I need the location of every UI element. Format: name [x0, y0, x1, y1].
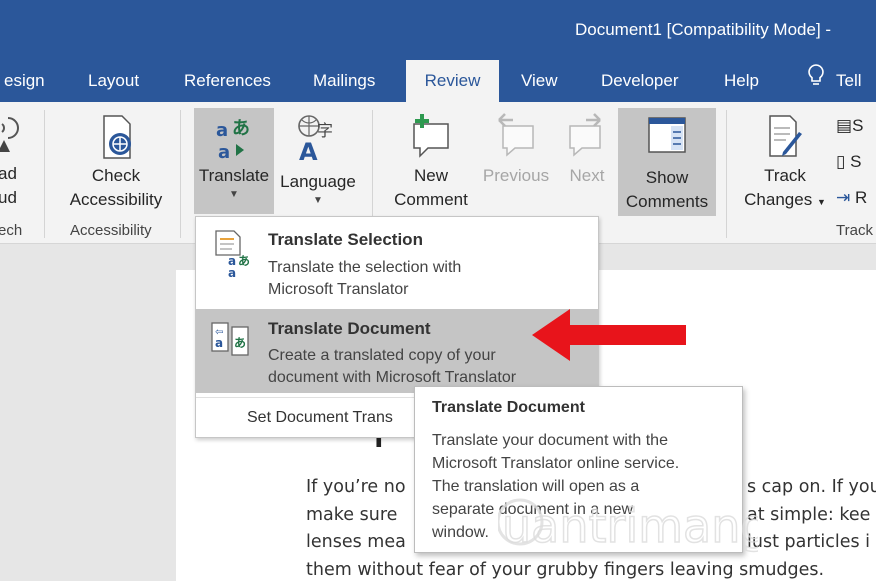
show-comments-icon	[645, 108, 689, 166]
tab-design[interactable]: esign	[4, 60, 45, 102]
speaker-icon	[0, 110, 28, 162]
speech-group-label: ech	[0, 222, 23, 239]
track-changes-button[interactable]: Track Changes ▼	[740, 110, 830, 214]
document-line-4: them without fear of your grubby fingers…	[306, 559, 825, 580]
set-document-language-label: Set Document Trans	[247, 409, 393, 426]
new-comment-line2: Comment	[394, 190, 468, 209]
track-changes-line2: Changes ▼	[744, 190, 826, 209]
check-accessibility-line2: Accessibility	[69, 190, 163, 209]
group-separator	[180, 110, 181, 238]
translate-document-tooltip: Translate Document Translate your docume…	[414, 386, 743, 553]
document-icon: ▯	[836, 152, 846, 171]
accessibility-check-icon	[96, 110, 136, 164]
document-fragment-1: s cap on. If you	[747, 477, 876, 497]
svg-text:a: a	[215, 336, 223, 350]
next-label: Next	[569, 166, 605, 185]
new-comment-line1: New	[413, 166, 448, 185]
document-fragment-3: lust particles i	[747, 532, 871, 552]
tab-review[interactable]: Review	[406, 60, 499, 102]
svg-text:a: a	[216, 120, 228, 141]
track-changes-line1: Track	[764, 166, 806, 185]
check-accessibility-button[interactable]: Check Accessibility	[60, 110, 172, 212]
tab-layout[interactable]: Layout	[88, 60, 139, 102]
previous-comment-icon	[491, 110, 541, 164]
translate-document-title: Translate Document	[268, 319, 431, 338]
show-comments-button[interactable]: Show Comments	[618, 108, 716, 216]
translate-document-desc1: Create a translated copy of your	[268, 347, 496, 364]
translate-selection-title: Translate Selection	[268, 230, 423, 249]
accessibility-group-label: Accessibility	[70, 222, 152, 239]
translate-button[interactable]: aあa Translate ▼	[194, 108, 274, 214]
chevron-down-icon: ▼	[313, 195, 323, 206]
simple-markup-dropdown[interactable]: ▤S	[836, 114, 876, 138]
language-button[interactable]: 字A Language ▼	[276, 108, 360, 208]
language-label: Language	[280, 172, 356, 191]
svg-text:あ: あ	[232, 118, 250, 139]
tab-developer[interactable]: Developer	[601, 60, 679, 102]
window-title: Document1 [Compatibility Mode] -	[575, 20, 832, 39]
tooltip-line-1: Translate your document with the	[432, 432, 668, 449]
svg-text:A: A	[299, 138, 318, 164]
translate-label: Translate	[198, 166, 270, 185]
previous-label: Previous	[482, 166, 550, 185]
ribbon-tab-row: esign Layout References Mailings Review …	[0, 60, 876, 102]
svg-text:a: a	[218, 142, 230, 162]
red-arrow-annotation	[532, 309, 686, 361]
check-accessibility-line1: Check	[91, 166, 141, 185]
next-comment-icon	[562, 110, 612, 164]
lightbulb-icon	[808, 60, 824, 102]
new-comment-button[interactable]: New Comment	[386, 110, 476, 212]
tab-mailings[interactable]: Mailings	[313, 60, 375, 102]
group-separator	[44, 110, 45, 238]
show-markup-label: S	[850, 152, 862, 171]
translate-document-icon: ⇦ a あ	[210, 319, 252, 364]
markup-icon: ▤	[836, 116, 853, 135]
tooltip-title: Translate Document	[432, 399, 585, 416]
group-separator	[726, 110, 727, 238]
markup-label: S	[852, 116, 864, 135]
title-bar: Document1 [Compatibility Mode] -	[0, 0, 876, 60]
tab-help[interactable]: Help	[724, 60, 759, 102]
document-right-fragments: s cap on. If you at simple: kee lust par…	[747, 474, 876, 557]
translate-selection-icon: aあa	[214, 229, 254, 284]
tooltip-line-3: The translation will open as a	[432, 478, 640, 495]
tab-references[interactable]: References	[184, 60, 271, 102]
previous-comment-button[interactable]: Previous	[478, 110, 554, 188]
next-comment-button[interactable]: Next	[560, 110, 614, 188]
svg-text:あ: あ	[238, 254, 250, 268]
translate-selection-desc1: Translate the selection with	[268, 259, 462, 276]
translate-selection-desc2: Microsoft Translator	[268, 281, 409, 298]
reviewing-pane-label: R	[854, 188, 868, 207]
translate-selection-item[interactable]: aあa Translate Selection Translate the se…	[196, 217, 598, 305]
tooltip-line-2: Microsoft Translator online service.	[432, 455, 680, 472]
read-aloud-button[interactable]: ad ud	[0, 110, 28, 210]
track-changes-icon	[762, 110, 808, 164]
show-markup-dropdown[interactable]: ▯ S	[836, 150, 876, 174]
language-icon: 字A	[293, 108, 343, 170]
show-comments-line1: Show	[645, 168, 689, 187]
tooltip-line-5: window.	[432, 524, 489, 541]
translate-icon: aあa	[212, 108, 256, 164]
tell-me-search[interactable]: Tell	[808, 60, 862, 102]
tooltip-body: Translate your document with the Microso…	[432, 429, 679, 544]
tell-me-label: Tell	[836, 71, 862, 90]
svg-text:a: a	[228, 266, 236, 279]
show-comments-line2: Comments	[625, 192, 709, 211]
read-aloud-line1: ad	[0, 164, 17, 183]
tab-view[interactable]: View	[521, 60, 558, 102]
reviewing-pane-button[interactable]: ⇥ R	[836, 186, 876, 210]
new-comment-icon	[406, 110, 456, 164]
reviewing-pane-icon: ⇥	[836, 188, 851, 207]
read-aloud-line2: ud	[0, 188, 17, 207]
tooltip-line-4: separate document in a new	[432, 501, 634, 518]
document-fragment-2: at simple: kee	[747, 504, 871, 525]
chevron-down-icon: ▼	[229, 189, 239, 200]
svg-text:あ: あ	[234, 336, 246, 350]
svg-text:字: 字	[317, 121, 333, 140]
tracking-group-label: Track	[836, 222, 873, 239]
